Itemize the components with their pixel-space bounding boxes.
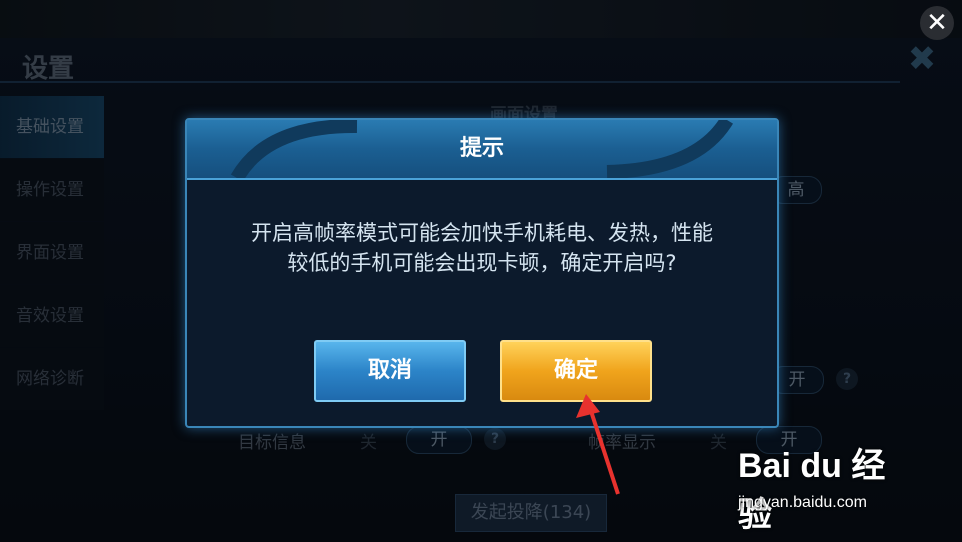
red-arrow-icon [576, 394, 620, 495]
dialog-title: 提示 [459, 136, 504, 161]
dialog-message: 开启高帧率模式可能会加快手机耗电、发热，性能 较低的手机可能会出现卡顿，确定开启… [217, 218, 747, 278]
watermark-logo: Bai du 经验 [738, 447, 886, 534]
overlay-close-icon[interactable]: ✕ [920, 6, 954, 40]
watermark-url: jingyan.baidu.com [738, 494, 867, 511]
dialog-message-line1: 开启高帧率模式可能会加快手机耗电、发热，性能 [251, 221, 713, 245]
dialog-header: 提示 [187, 120, 777, 180]
confirm-dialog: 提示 开启高帧率模式可能会加快手机耗电、发热，性能 较低的手机可能会出现卡顿，确… [185, 118, 779, 428]
dialog-message-line2: 较低的手机可能会出现卡顿，确定开启吗? [287, 251, 677, 275]
baidu-watermark: Bai du 经验 jingyan.baidu.com [738, 438, 918, 534]
cancel-button[interactable]: 取消 [314, 340, 466, 402]
